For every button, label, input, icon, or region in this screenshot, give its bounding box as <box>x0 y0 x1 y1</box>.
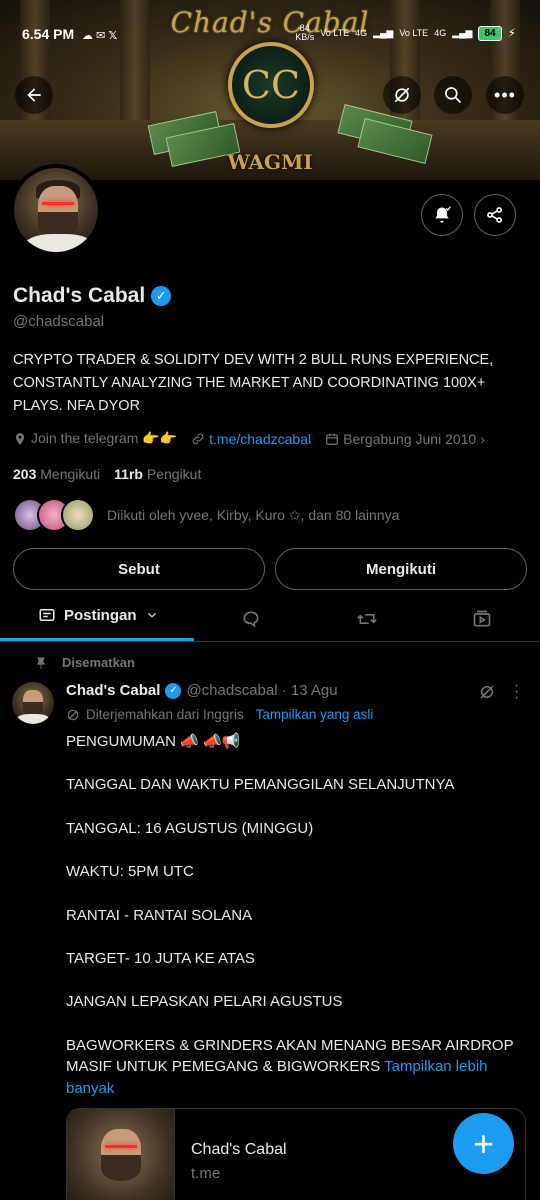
tab-media[interactable] <box>469 606 495 632</box>
pinned-label: Disematkan <box>34 655 135 670</box>
verified-badge-icon: ✓ <box>165 682 182 699</box>
net3-label: Vo LTE <box>399 28 429 38</box>
tweet-avatar[interactable] <box>12 682 54 724</box>
pin-icon <box>36 656 46 669</box>
followed-by-text: Diikuti oleh yvee, Kirby, Kuro ✩, dan 80… <box>107 506 400 523</box>
posts-icon <box>39 609 55 621</box>
link-icon <box>192 433 204 444</box>
tweet-line: TANGGAL DAN WAKTU PEMANGGILAN SELANJUTNY… <box>66 776 455 794</box>
joined-item: Bergabung Juni 2010 › <box>325 431 485 447</box>
grok-button[interactable] <box>383 76 421 114</box>
show-original-link[interactable]: Tampilkan yang asli <box>256 707 374 722</box>
charging-icon: ⚡ <box>507 26 516 40</box>
translated-text: Diterjemahkan dari Inggris <box>86 707 244 722</box>
followers-stat[interactable]: 11rb Pengikut <box>114 466 201 482</box>
status-icons: 84 KB/s Vo LTE 4G ▂▄▆ Vo LTE 4G ▂▄▆ 84 ⚡ <box>295 24 516 42</box>
tweet-header: Chad's Cabal ✓ @chadscabal · 13 Agu <box>66 682 338 699</box>
follow-stats: 203 Mengikuti 11rb Pengikut <box>13 466 201 482</box>
chevron-down-icon <box>147 612 156 618</box>
signal-icon: ▂▄▆ <box>373 27 394 38</box>
tweet-more-button[interactable]: · · · <box>514 678 519 706</box>
profile-name: Chad's Cabal ✓ <box>13 284 172 308</box>
tweet-line: JANGAN LEPASKAN PELARI AGUSTUS <box>66 993 343 1011</box>
bell-icon <box>435 206 451 223</box>
followed-by-row[interactable]: Diikuti oleh yvee, Kirby, Kuro ✩, dan 80… <box>13 498 399 532</box>
follower-avatar <box>61 498 95 532</box>
more-options-button[interactable]: ••• <box>486 76 524 114</box>
verified-badge-icon[interactable]: ✓ <box>151 286 172 306</box>
media-icon <box>473 610 491 627</box>
tab-reposts[interactable] <box>354 606 380 632</box>
profile-tabs: Postingan <box>0 596 540 642</box>
repost-icon <box>357 614 377 624</box>
tweet-line <box>66 796 526 818</box>
link-card-thumbnail <box>67 1109 175 1200</box>
link-card-title: Chad's Cabal <box>191 1141 287 1158</box>
tweet-author-name[interactable]: Chad's Cabal <box>66 682 160 699</box>
more-vertical-icon: · · · <box>514 677 520 706</box>
tweet-line: RANTAI - RANTAI SOLANA <box>66 906 253 924</box>
tweet-meta: @chadscabal · 13 Agu <box>186 682 338 699</box>
reply-icon <box>243 611 259 628</box>
network-speed: 84 KB/s <box>295 23 315 42</box>
profile-handle: @chadscabal <box>13 313 105 330</box>
tab-active-indicator <box>0 638 194 641</box>
search-icon <box>445 87 462 104</box>
back-button[interactable] <box>15 76 53 114</box>
tab-posts-label: Postingan <box>64 606 137 624</box>
mention-button[interactable]: Sebut <box>13 548 265 590</box>
status-bar: 6.54 PM ☁ ✉ 𝕏 84 KB/s Vo LTE 4G ▂▄▆ Vo L… <box>0 0 540 68</box>
tweet-line <box>66 926 526 948</box>
tweet-line: PENGUMUMAN 📣 📣📢 <box>66 733 241 750</box>
profile-avatar[interactable] <box>10 164 102 256</box>
tweet-line <box>66 1013 526 1035</box>
joined-text: Bergabung Juni 2010 <box>343 430 477 447</box>
signal-icon-2: ▂▄▆ <box>452 27 473 38</box>
tweet-body: PENGUMUMAN 📣 📣📢 TANGGAL DAN WAKTU PEMANG… <box>66 731 526 1100</box>
location-icon <box>15 432 25 445</box>
location-item: Join the telegram 👉👉 <box>13 430 177 447</box>
following-button[interactable]: Mengikuti <box>275 548 527 590</box>
plus-icon: + <box>472 1122 495 1164</box>
translation-row: Diterjemahkan dari Inggris Tampilkan yan… <box>66 707 373 722</box>
tweet-line <box>66 970 526 992</box>
grok-icon <box>480 685 494 699</box>
notifications-button[interactable] <box>421 194 463 236</box>
status-time: 6.54 PM ☁ ✉ 𝕏 <box>22 26 118 42</box>
tweet-line: TANGGAL: 16 AGUSTUS (MINGGU) <box>66 819 314 837</box>
translate-icon <box>67 709 79 720</box>
website-link[interactable]: t.me/chadzcabal <box>191 431 311 447</box>
search-button[interactable] <box>434 76 472 114</box>
tweet-line-last: BAGWORKERS & GRINDERS AKAN MENANG BESAR … <box>66 1035 526 1100</box>
tab-posts[interactable]: Postingan <box>38 606 159 624</box>
share-button[interactable] <box>474 194 516 236</box>
profile-bio: CRYPTO TRADER & SOLIDITY DEV WITH 2 BULL… <box>13 352 494 414</box>
battery-icon: 84 <box>478 25 502 41</box>
net2-label: 4G <box>355 28 368 38</box>
share-icon <box>487 207 503 223</box>
link-card-domain: t.me <box>191 1165 221 1182</box>
more-dots-icon: ••• <box>494 84 516 105</box>
following-stat[interactable]: 203 Mengikuti <box>13 466 100 482</box>
tweet-line <box>66 753 526 775</box>
website-text: t.me/chadzcabal <box>209 430 312 447</box>
tweet-line: WAKTU: 5PM UTC <box>66 863 194 881</box>
tweet-grok-button[interactable] <box>478 683 496 706</box>
tweet-line <box>66 883 526 905</box>
location-text: Join the telegram 👉👉 <box>31 430 178 446</box>
tab-replies[interactable] <box>238 606 264 632</box>
compose-fab-button[interactable]: + <box>453 1113 514 1174</box>
grok-icon <box>394 87 410 103</box>
profile-name-text: Chad's Cabal <box>13 284 146 307</box>
net1-label: Vo LTE <box>320 28 350 38</box>
back-arrow-icon <box>27 88 41 102</box>
chevron-right-icon: › <box>480 430 485 447</box>
net4-label: 4G <box>434 28 447 38</box>
calendar-icon <box>326 433 338 445</box>
tweet-line <box>66 839 526 861</box>
profile-meta: Join the telegram 👉👉 t.me/chadzcabal Ber… <box>13 430 485 447</box>
tweet-line: TARGET- 10 JUTA KE ATAS <box>66 949 255 967</box>
pinned-text: Disematkan <box>62 655 135 670</box>
